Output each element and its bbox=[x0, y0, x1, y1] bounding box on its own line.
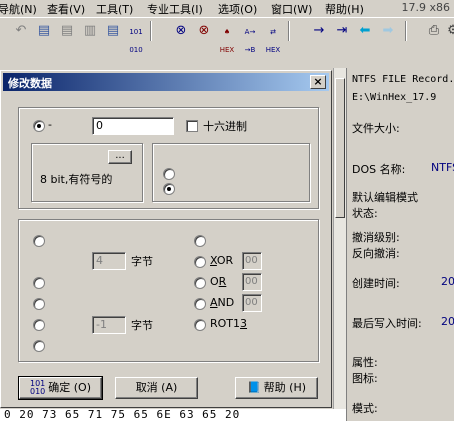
paste-icon[interactable]: ▥ bbox=[81, 22, 99, 40]
modify-data-dialog: 修改数据 × - 0 十六进制 ... 8 bit,有符号的 4 字节 -1 字… bbox=[0, 70, 332, 408]
find-next-icon[interactable]: ⊗ bbox=[195, 22, 213, 40]
sign-option-box bbox=[152, 143, 310, 202]
radio-op-2[interactable] bbox=[33, 277, 45, 289]
cut-icon[interactable]: ▤ bbox=[58, 22, 76, 40]
modified-value: 20 bbox=[441, 315, 454, 328]
hex-row: 0 20 73 65 71 75 65 6E 63 65 20 bbox=[0, 409, 346, 421]
copy-icon[interactable]: ▤ bbox=[35, 22, 53, 40]
data-type-label: 8 bit,有符号的 bbox=[40, 173, 113, 186]
ok-button-label: 确定 (O) bbox=[48, 381, 92, 394]
state-label: 状态: bbox=[352, 207, 378, 220]
dos-name-value: NTFS bbox=[431, 161, 454, 174]
data-type-button[interactable]: ... bbox=[108, 150, 132, 164]
menu-bar: 导航(N) 查看(V) 工具(T) 专业工具(I) 选项(O) 窗口(W) 帮助… bbox=[0, 0, 454, 16]
undo-level-label: 撤消级别: bbox=[352, 231, 400, 244]
mode-label: 模式: bbox=[352, 402, 378, 415]
radio-operation-selected[interactable] bbox=[33, 120, 45, 132]
file-path: E:\WinHex_17.9 bbox=[352, 92, 437, 103]
operation-group: - 0 十六进制 ... 8 bit,有符号的 bbox=[18, 107, 319, 209]
attributes-label: 属性: bbox=[352, 356, 378, 369]
radio-sign-option-1[interactable] bbox=[163, 168, 175, 180]
scrollbar-thumb[interactable] bbox=[335, 78, 345, 218]
radio-op-add[interactable] bbox=[33, 235, 45, 247]
menu-help[interactable]: 帮助(H) bbox=[325, 1, 364, 17]
reverse-undo-label: 反向撤消: bbox=[352, 247, 400, 260]
radio-op-6[interactable] bbox=[194, 235, 206, 247]
dialog-title: 修改数据 bbox=[8, 77, 52, 90]
bytes-input-2[interactable]: -1 bbox=[92, 316, 126, 334]
radio-sign-option-2[interactable] bbox=[163, 183, 175, 195]
toolbar-separator bbox=[288, 21, 290, 41]
radio-rot13[interactable] bbox=[194, 319, 206, 331]
value-input[interactable]: 0 bbox=[92, 117, 174, 135]
radio-or[interactable] bbox=[194, 277, 206, 289]
replace-icon[interactable]: A→ →B bbox=[241, 22, 259, 54]
bytes-label-2: 字节 bbox=[131, 319, 153, 332]
ok-button[interactable]: 101 010 确定 (O) bbox=[18, 376, 103, 400]
help-button-label: 帮助 (H) bbox=[263, 381, 307, 394]
xor-label: XOR bbox=[210, 254, 234, 267]
xor-input[interactable]: 00 bbox=[242, 252, 262, 270]
record-title: NTFS FILE Record. bbox=[352, 74, 454, 85]
radio-op-4[interactable] bbox=[33, 319, 45, 331]
or-input[interactable]: 00 bbox=[242, 273, 262, 291]
settings-icon[interactable]: ⚙ bbox=[444, 22, 454, 40]
hex-checkbox[interactable] bbox=[186, 120, 198, 132]
hex-checkbox-label: 十六进制 bbox=[203, 120, 247, 133]
and-input[interactable]: 00 bbox=[242, 294, 262, 312]
info-panel: NTFS FILE Record. E:\WinHex_17.9 文件大小: D… bbox=[346, 68, 454, 421]
cancel-button[interactable]: 取消 (A) bbox=[115, 377, 198, 399]
find-icon[interactable]: ⊗ bbox=[172, 22, 190, 40]
close-icon[interactable]: × bbox=[310, 75, 326, 89]
vertical-scrollbar[interactable] bbox=[333, 68, 346, 410]
help-book-icon: 📘 bbox=[246, 381, 261, 394]
radio-op-5[interactable] bbox=[33, 340, 45, 352]
menu-pro-tools[interactable]: 专业工具(I) bbox=[147, 1, 203, 17]
binary-icon: 101 010 bbox=[29, 379, 46, 396]
menu-window[interactable]: 窗口(W) bbox=[271, 1, 312, 17]
goto-offset-icon[interactable]: ⇥ bbox=[333, 22, 351, 40]
radio-and[interactable] bbox=[194, 298, 206, 310]
bytes-input-1[interactable]: 4 bbox=[92, 252, 126, 270]
dos-name-label: DOS 名称: bbox=[352, 163, 406, 176]
edit-mode-label: 默认编辑模式 bbox=[352, 191, 418, 204]
created-label: 创建时间: bbox=[352, 277, 400, 290]
and-label: AND bbox=[210, 296, 235, 309]
menu-options[interactable]: 选项(O) bbox=[218, 1, 257, 17]
toolbar: ↶ ▤ ▤ ▥ ▤ 101 010 ⊗ ⊗ ♠ HEX A→ →B ⇄ HEX → ⇥ … bbox=[0, 17, 454, 54]
undo-icon[interactable]: ↶ bbox=[12, 22, 30, 40]
replace-hex-icon[interactable]: ⇄ HEX bbox=[264, 22, 282, 54]
modified-label: 最后写入时间: bbox=[352, 317, 422, 330]
icon-label: 图标: bbox=[352, 372, 378, 385]
print-icon[interactable]: ⎙ bbox=[425, 22, 443, 40]
find-hex-icon[interactable]: ♠ HEX bbox=[218, 22, 236, 54]
menu-navigation[interactable]: 导航(N) bbox=[0, 1, 37, 17]
help-button[interactable]: 📘 帮助 (H) bbox=[235, 377, 318, 399]
binary-icon[interactable]: 101 010 bbox=[127, 22, 145, 54]
toolbar-separator bbox=[405, 21, 407, 41]
menu-tools[interactable]: 工具(T) bbox=[96, 1, 133, 17]
dialog-title-bar: 修改数据 × bbox=[3, 73, 329, 91]
radio-xor[interactable] bbox=[194, 256, 206, 268]
operation-label: - bbox=[48, 118, 52, 131]
bytes-label-1: 字节 bbox=[131, 255, 153, 268]
rot13-label: ROT13 bbox=[210, 317, 248, 330]
created-value: 20 bbox=[441, 275, 454, 288]
operations-group: 4 字节 -1 字节 XOR 00 OR 00 AND 00 ROT13 bbox=[18, 219, 319, 362]
data-type-box: ... 8 bit,有符号的 bbox=[31, 143, 143, 202]
or-label: OR bbox=[210, 275, 227, 288]
version-label: 17.9 x86 bbox=[401, 1, 451, 14]
forward-icon[interactable]: ➡ bbox=[379, 22, 397, 40]
back-icon[interactable]: ⬅ bbox=[356, 22, 374, 40]
radio-op-3[interactable] bbox=[33, 298, 45, 310]
menu-view[interactable]: 查看(V) bbox=[47, 1, 85, 17]
toolbar-separator bbox=[150, 21, 152, 41]
goto-icon[interactable]: → bbox=[310, 22, 328, 40]
paste-special-icon[interactable]: ▤ bbox=[104, 22, 122, 40]
file-size-label: 文件大小: bbox=[352, 122, 400, 135]
